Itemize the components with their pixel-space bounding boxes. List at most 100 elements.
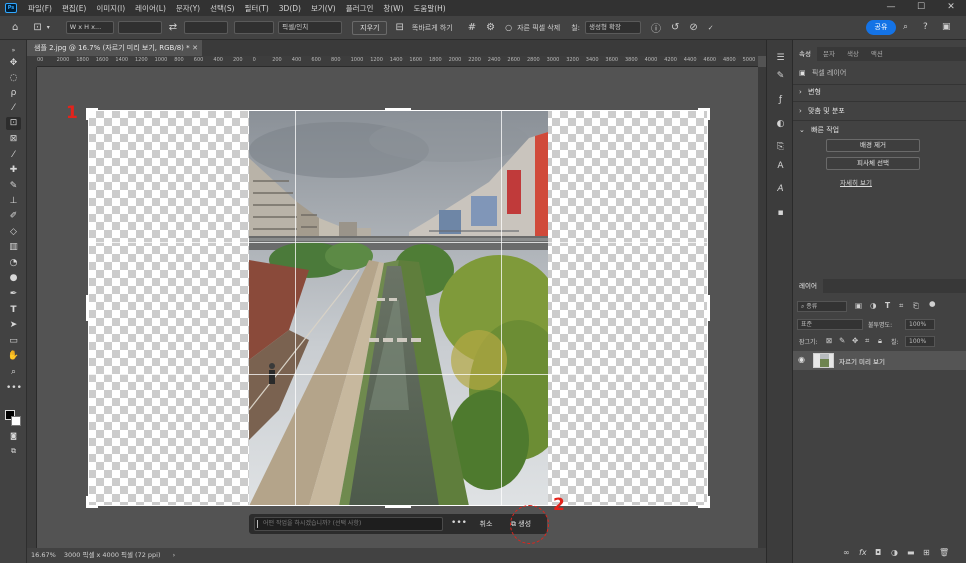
lock-transparent-icon[interactable]: ⊠ (826, 336, 832, 345)
type-tool-icon[interactable]: T (6, 304, 21, 317)
gradient-tool-icon[interactable]: ▥ (6, 241, 21, 254)
plugins-panel-icon[interactable]: ▪ (774, 207, 787, 220)
reset-icon[interactable]: ↺ (671, 22, 679, 33)
filter-smart-object-icon[interactable]: ⎗ (913, 301, 919, 311)
info-icon[interactable]: ⓘ (651, 20, 661, 35)
pen-tool-icon[interactable]: ✒ (6, 288, 21, 301)
ratio-select[interactable]: W x H x... (65, 21, 114, 34)
cancel-icon[interactable]: ⊘ (689, 22, 697, 33)
lock-all-icon[interactable]: 🔒︎ (878, 336, 882, 346)
delete-cropped-pixels-checkbox[interactable]: 자른 픽셀 삭제 (517, 23, 560, 33)
menu-select[interactable]: 선택(S) (205, 3, 239, 14)
history-brush-tool-icon[interactable]: ✐ (6, 210, 21, 223)
workspace-icon[interactable]: ▣ (942, 22, 951, 32)
swap-icon[interactable]: ⇄ (169, 22, 177, 33)
path-select-tool-icon[interactable]: ➤ (6, 319, 21, 332)
generative-prompt-input[interactable]: 어떤 작업을 하시겠습니까? (선택 사항) (254, 517, 443, 531)
close-tab-icon[interactable]: ✕ (192, 40, 198, 56)
tab-color[interactable]: 색상 (841, 47, 865, 61)
blur-tool-icon[interactable]: ◔ (6, 257, 21, 270)
layer-filter-select[interactable]: ⌕ 종류 (797, 301, 847, 312)
crop-handle-top-middle[interactable] (385, 108, 411, 111)
chevron-down-icon[interactable]: ▾ (47, 24, 50, 31)
search-icon[interactable]: ⌕ (903, 22, 908, 32)
background-color-swatch[interactable] (11, 416, 21, 426)
rectangle-tool-icon[interactable]: ▭ (6, 335, 21, 348)
eyedropper-tool-icon[interactable]: ⁄ (6, 149, 21, 162)
layer-row[interactable]: ◉ 자르기 미리 보기 (793, 351, 966, 370)
remove-background-button[interactable]: 배경 제거 (826, 139, 920, 152)
healing-brush-tool-icon[interactable]: ✚ (6, 164, 21, 177)
maximize-button[interactable]: ☐ (906, 0, 936, 16)
layer-style-icon[interactable]: fx (859, 548, 867, 557)
new-layer-icon[interactable]: ⊞ (923, 548, 930, 557)
crop-handle-left-middle[interactable] (86, 295, 89, 321)
crop-handle-bottom-left-v[interactable] (86, 496, 89, 508)
more-tools-icon[interactable]: ••• (6, 382, 22, 395)
clone-stamp-tool-icon[interactable]: ⊥ (6, 195, 21, 208)
width-input[interactable] (117, 21, 162, 34)
grid-overlay-icon[interactable]: # (468, 22, 476, 33)
menu-file[interactable]: 파일(F) (23, 3, 57, 14)
filter-pixel-icon[interactable]: ▣ (855, 301, 862, 310)
menu-help[interactable]: 도움말(H) (409, 3, 451, 14)
crop-handle-top-left-v[interactable] (86, 108, 89, 120)
frame-tool-icon[interactable]: ⊠ (6, 133, 21, 146)
hand-tool-icon[interactable]: ✋ (6, 350, 21, 363)
crop-handle-bottom-right-v[interactable] (707, 496, 710, 508)
eye-icon[interactable]: ◉ (798, 355, 805, 364)
eraser-tool-icon[interactable]: ◇ (6, 226, 21, 239)
zoom-level[interactable]: 16.67% (31, 551, 56, 559)
menu-image[interactable]: 이미지(I) (91, 3, 130, 14)
marquee-tool-icon[interactable]: ◌ (6, 72, 21, 85)
tab-properties[interactable]: 속성 (793, 47, 817, 61)
checkbox-icon[interactable]: ○ (505, 23, 512, 32)
crop-handle-right-middle[interactable] (707, 295, 710, 321)
menu-3d[interactable]: 3D(D) (274, 4, 306, 13)
vertical-scrollbar[interactable] (758, 67, 766, 548)
adjustment-layer-icon[interactable]: ◑ (891, 548, 898, 557)
crop-area[interactable] (86, 108, 710, 508)
straighten-button[interactable]: 똑바르게 하기 (412, 23, 453, 33)
filter-adjustment-icon[interactable]: ◑ (870, 301, 877, 310)
lock-artboard-icon[interactable]: ⌗ (865, 336, 869, 346)
menu-plugins[interactable]: 플러그인 (341, 3, 379, 14)
crop-border[interactable] (88, 110, 708, 506)
brush-settings-icon[interactable]: ✎ (774, 70, 787, 83)
tab-layers[interactable]: 레이어 (793, 279, 823, 293)
layer-name[interactable]: 자르기 미리 보기 (839, 356, 885, 366)
brush-tool-icon[interactable]: ✎ (6, 180, 21, 193)
filter-shape-icon[interactable]: ⌗ (899, 301, 903, 311)
section-align[interactable]: › 맞춤 및 분포 (793, 106, 953, 116)
crop-handle-top-right-v[interactable] (707, 108, 710, 120)
close-button[interactable]: ✕ (936, 0, 966, 16)
help-icon[interactable]: ? (923, 22, 928, 32)
gear-icon[interactable]: ⚙ (486, 22, 495, 33)
character-panel-icon[interactable]: A (774, 160, 787, 173)
section-quick-actions[interactable]: ⌄ 빠른 작업 (793, 125, 953, 135)
menu-type[interactable]: 문자(Y) (171, 3, 205, 14)
delete-layer-icon[interactable]: 🗑︎ (939, 548, 949, 557)
history-panel-icon[interactable]: ☰ (774, 52, 787, 65)
document-tab[interactable]: 샘플 2.jpg @ 16.7% (자르기 미리 보기, RGB/8) * ✕ (27, 40, 202, 56)
menu-view[interactable]: 보기(V) (306, 3, 341, 14)
lock-pixels-icon[interactable]: ✎ (839, 336, 845, 345)
menu-edit[interactable]: 편집(E) (57, 3, 91, 14)
minimize-button[interactable]: — (876, 0, 906, 16)
resolution-input[interactable] (234, 21, 275, 34)
adjustments-panel-icon[interactable]: ƒ (774, 94, 787, 107)
fill-select[interactable]: 생성형 확장 (585, 21, 641, 34)
straighten-icon[interactable]: ⊟ (395, 22, 403, 33)
crop-tool-icon[interactable]: ⊡ (33, 22, 41, 33)
fill-input[interactable]: 100% (905, 336, 935, 347)
opacity-input[interactable]: 100% (905, 319, 935, 330)
lasso-tool-icon[interactable]: ρ (6, 87, 21, 100)
screen-mode-icon[interactable]: ⧉ (6, 445, 21, 458)
dodge-tool-icon[interactable]: ● (6, 272, 21, 285)
menu-filter[interactable]: 필터(T) (240, 3, 274, 14)
canvas[interactable]: 1 2 어떤 작업을 하시겠습니까? (선택 사항) ••• 취소 ⧉ 생성 (37, 67, 758, 548)
commit-icon[interactable]: ✓ (708, 24, 714, 32)
add-mask-icon[interactable]: ◘ (875, 548, 881, 557)
crop-handle-bottom-middle[interactable] (385, 505, 411, 508)
tab-character[interactable]: 문자 (817, 47, 841, 61)
